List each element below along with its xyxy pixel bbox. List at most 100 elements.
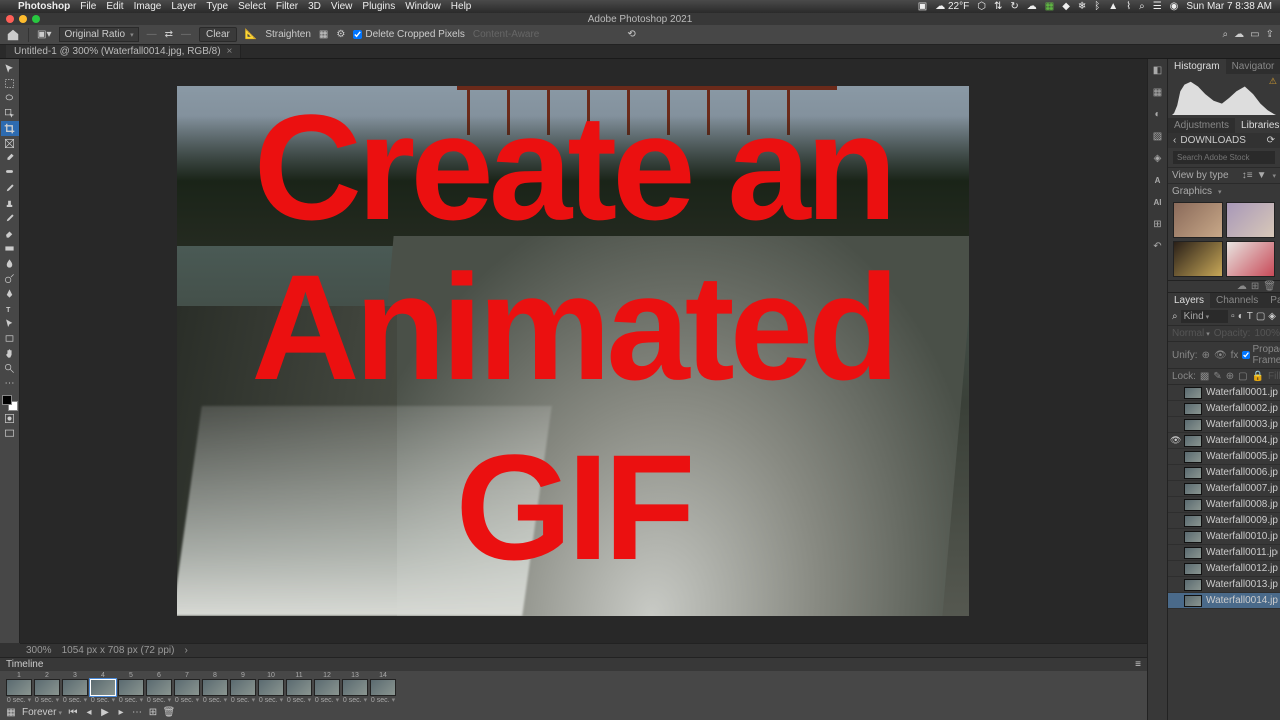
menubar-airplay-icon[interactable]: ▲ bbox=[1108, 1, 1118, 12]
layer-row[interactable]: Waterfall0013.jpg bbox=[1168, 577, 1280, 593]
eyedropper-tool[interactable] bbox=[1, 151, 19, 166]
history-panel-icon[interactable]: ↶ bbox=[1151, 239, 1165, 253]
frame-duration[interactable]: 0 sec. bbox=[147, 696, 171, 704]
filter-shape-icon[interactable]: ▢ bbox=[1256, 311, 1265, 322]
aspect-ratio-dropdown[interactable]: Original Ratio bbox=[59, 27, 138, 42]
histogram-warning-icon[interactable]: ⚠ bbox=[1269, 76, 1277, 87]
paragraph-panel-icon[interactable]: AI bbox=[1151, 195, 1165, 209]
frame-duration[interactable]: 0 sec. bbox=[119, 696, 143, 704]
menubar-wifi-icon[interactable]: ⌇ bbox=[1126, 1, 1131, 12]
tab-paths[interactable]: Paths bbox=[1264, 293, 1280, 308]
library-search-input[interactable] bbox=[1173, 151, 1275, 164]
frame-thumbnail[interactable] bbox=[314, 679, 340, 696]
crop-settings-icon[interactable]: ⚙ bbox=[336, 29, 345, 40]
menu-view[interactable]: View bbox=[331, 1, 353, 12]
ratio-h-field[interactable]: — bbox=[181, 29, 191, 40]
library-asset[interactable] bbox=[1226, 202, 1276, 238]
foreground-color[interactable] bbox=[2, 395, 12, 405]
timeline-frame[interactable]: 50 sec. bbox=[118, 672, 144, 704]
edit-toolbar-icon[interactable]: ⋯ bbox=[1, 376, 19, 391]
delete-cropped-checkbox[interactable]: Delete Cropped Pixels bbox=[353, 29, 465, 40]
duplicate-frame-button[interactable]: ⊞ bbox=[148, 708, 158, 718]
patterns-panel-icon[interactable]: ▨ bbox=[1151, 129, 1165, 143]
menu-filter[interactable]: Filter bbox=[276, 1, 298, 12]
clear-button[interactable]: Clear bbox=[199, 27, 237, 42]
library-selector[interactable]: ‹ DOWNLOADS ⟳ bbox=[1168, 133, 1280, 148]
lock-position-icon[interactable]: ⊕ bbox=[1226, 371, 1234, 382]
menubar-sync-icon[interactable]: ↻ bbox=[1010, 1, 1018, 12]
window-maximize-button[interactable] bbox=[32, 15, 40, 23]
search-icon[interactable]: ⌕ bbox=[1223, 29, 1229, 40]
layer-thumbnail[interactable] bbox=[1184, 499, 1202, 511]
timeline-frame[interactable]: 60 sec. bbox=[146, 672, 172, 704]
crop-tool[interactable] bbox=[1, 121, 19, 136]
tab-close-icon[interactable]: × bbox=[227, 46, 233, 57]
library-sync-icon[interactable]: ⟳ bbox=[1267, 135, 1275, 146]
layer-row[interactable]: Waterfall0010.jpg bbox=[1168, 529, 1280, 545]
blend-mode-dropdown[interactable]: Normal bbox=[1172, 328, 1210, 339]
tab-navigator[interactable]: Navigator bbox=[1226, 59, 1280, 74]
gradient-tool[interactable] bbox=[1, 241, 19, 256]
library-asset[interactable] bbox=[1173, 202, 1223, 238]
color-panel-icon[interactable]: ◧ bbox=[1151, 63, 1165, 77]
propagate-checkbox[interactable]: Propagate Frame 1 bbox=[1242, 344, 1280, 366]
share-icon[interactable]: ⇪ bbox=[1266, 29, 1274, 40]
straighten-label[interactable]: Straighten bbox=[265, 29, 311, 40]
tab-histogram[interactable]: Histogram bbox=[1168, 59, 1226, 74]
doc-info[interactable]: 1054 px x 708 px (72 ppi) bbox=[62, 645, 175, 656]
timeline-frame[interactable]: 10 sec. bbox=[6, 672, 32, 704]
layer-row[interactable]: Waterfall0012.jpg bbox=[1168, 561, 1280, 577]
reset-crop-icon[interactable]: ⟲ bbox=[627, 29, 635, 40]
frame-duration[interactable]: 0 sec. bbox=[371, 696, 395, 704]
filter-type-icon[interactable]: T bbox=[1247, 311, 1253, 322]
frame-thumbnail[interactable] bbox=[146, 679, 172, 696]
layer-thumbnail[interactable] bbox=[1184, 387, 1202, 399]
straighten-icon[interactable]: 📐 bbox=[245, 29, 257, 40]
lasso-tool[interactable] bbox=[1, 91, 19, 106]
delete-frame-button[interactable]: 🗑 bbox=[164, 708, 174, 718]
layer-visibility-icon[interactable]: 👁 bbox=[1170, 435, 1180, 446]
frame-thumbnail[interactable] bbox=[34, 679, 60, 696]
unify-position-icon[interactable]: ⊕ bbox=[1202, 350, 1210, 361]
lock-transparency-icon[interactable]: ▩ bbox=[1200, 371, 1209, 382]
layer-thumbnail[interactable] bbox=[1184, 531, 1202, 543]
layer-thumbnail[interactable] bbox=[1184, 419, 1202, 431]
play-button[interactable]: ▶ bbox=[100, 708, 110, 718]
layer-row[interactable]: Waterfall0008.jpg bbox=[1168, 497, 1280, 513]
brushes-panel-icon[interactable]: ⊞ bbox=[1151, 217, 1165, 231]
menubar-siri-icon[interactable]: ◉ bbox=[1170, 1, 1179, 12]
timeline-title[interactable]: Timeline bbox=[6, 659, 43, 670]
loop-dropdown[interactable]: Forever bbox=[22, 707, 62, 718]
layer-row[interactable]: Waterfall0007.jpg bbox=[1168, 481, 1280, 497]
menubar-arrows-icon[interactable]: ⇅ bbox=[994, 1, 1002, 12]
layer-thumbnail[interactable] bbox=[1184, 595, 1202, 607]
filter-pixel-icon[interactable]: ▫ bbox=[1231, 311, 1235, 322]
layer-row[interactable]: Waterfall0006.jpg bbox=[1168, 465, 1280, 481]
menubar-app1-icon[interactable]: ▦ bbox=[1045, 1, 1054, 12]
app-name[interactable]: Photoshop bbox=[18, 1, 70, 12]
screen-mode-icon[interactable] bbox=[1, 426, 19, 441]
layer-thumbnail[interactable] bbox=[1184, 547, 1202, 559]
filter-kind-dropdown[interactable]: Kind bbox=[1181, 310, 1229, 323]
frame-duration[interactable]: 0 sec. bbox=[35, 696, 59, 704]
library-asset[interactable] bbox=[1173, 241, 1223, 277]
lib-trash-icon[interactable]: 🗑 bbox=[1263, 281, 1276, 292]
frame-duration[interactable]: 0 sec. bbox=[175, 696, 199, 704]
home-button[interactable] bbox=[6, 28, 20, 42]
eraser-tool[interactable] bbox=[1, 226, 19, 241]
next-frame-button[interactable]: ▸ bbox=[116, 708, 126, 718]
blur-tool[interactable] bbox=[1, 256, 19, 271]
timeline-frame[interactable]: 120 sec. bbox=[314, 672, 340, 704]
timeline-frame[interactable]: 30 sec. bbox=[62, 672, 88, 704]
object-selection-tool[interactable] bbox=[1, 106, 19, 121]
menubar-datetime[interactable]: Sun Mar 7 8:38 AM bbox=[1186, 1, 1272, 12]
frame-tool[interactable] bbox=[1, 136, 19, 151]
menu-layer[interactable]: Layer bbox=[171, 1, 196, 12]
type-tool[interactable]: T bbox=[1, 301, 19, 316]
unify-style-icon[interactable]: fx bbox=[1231, 350, 1239, 361]
timeline-frame[interactable]: 130 sec. bbox=[342, 672, 368, 704]
layer-thumbnail[interactable] bbox=[1184, 467, 1202, 479]
frame-duration[interactable]: 0 sec. bbox=[231, 696, 255, 704]
frame-duration[interactable]: 0 sec. bbox=[203, 696, 227, 704]
timeline-frame[interactable]: 110 sec. bbox=[286, 672, 312, 704]
